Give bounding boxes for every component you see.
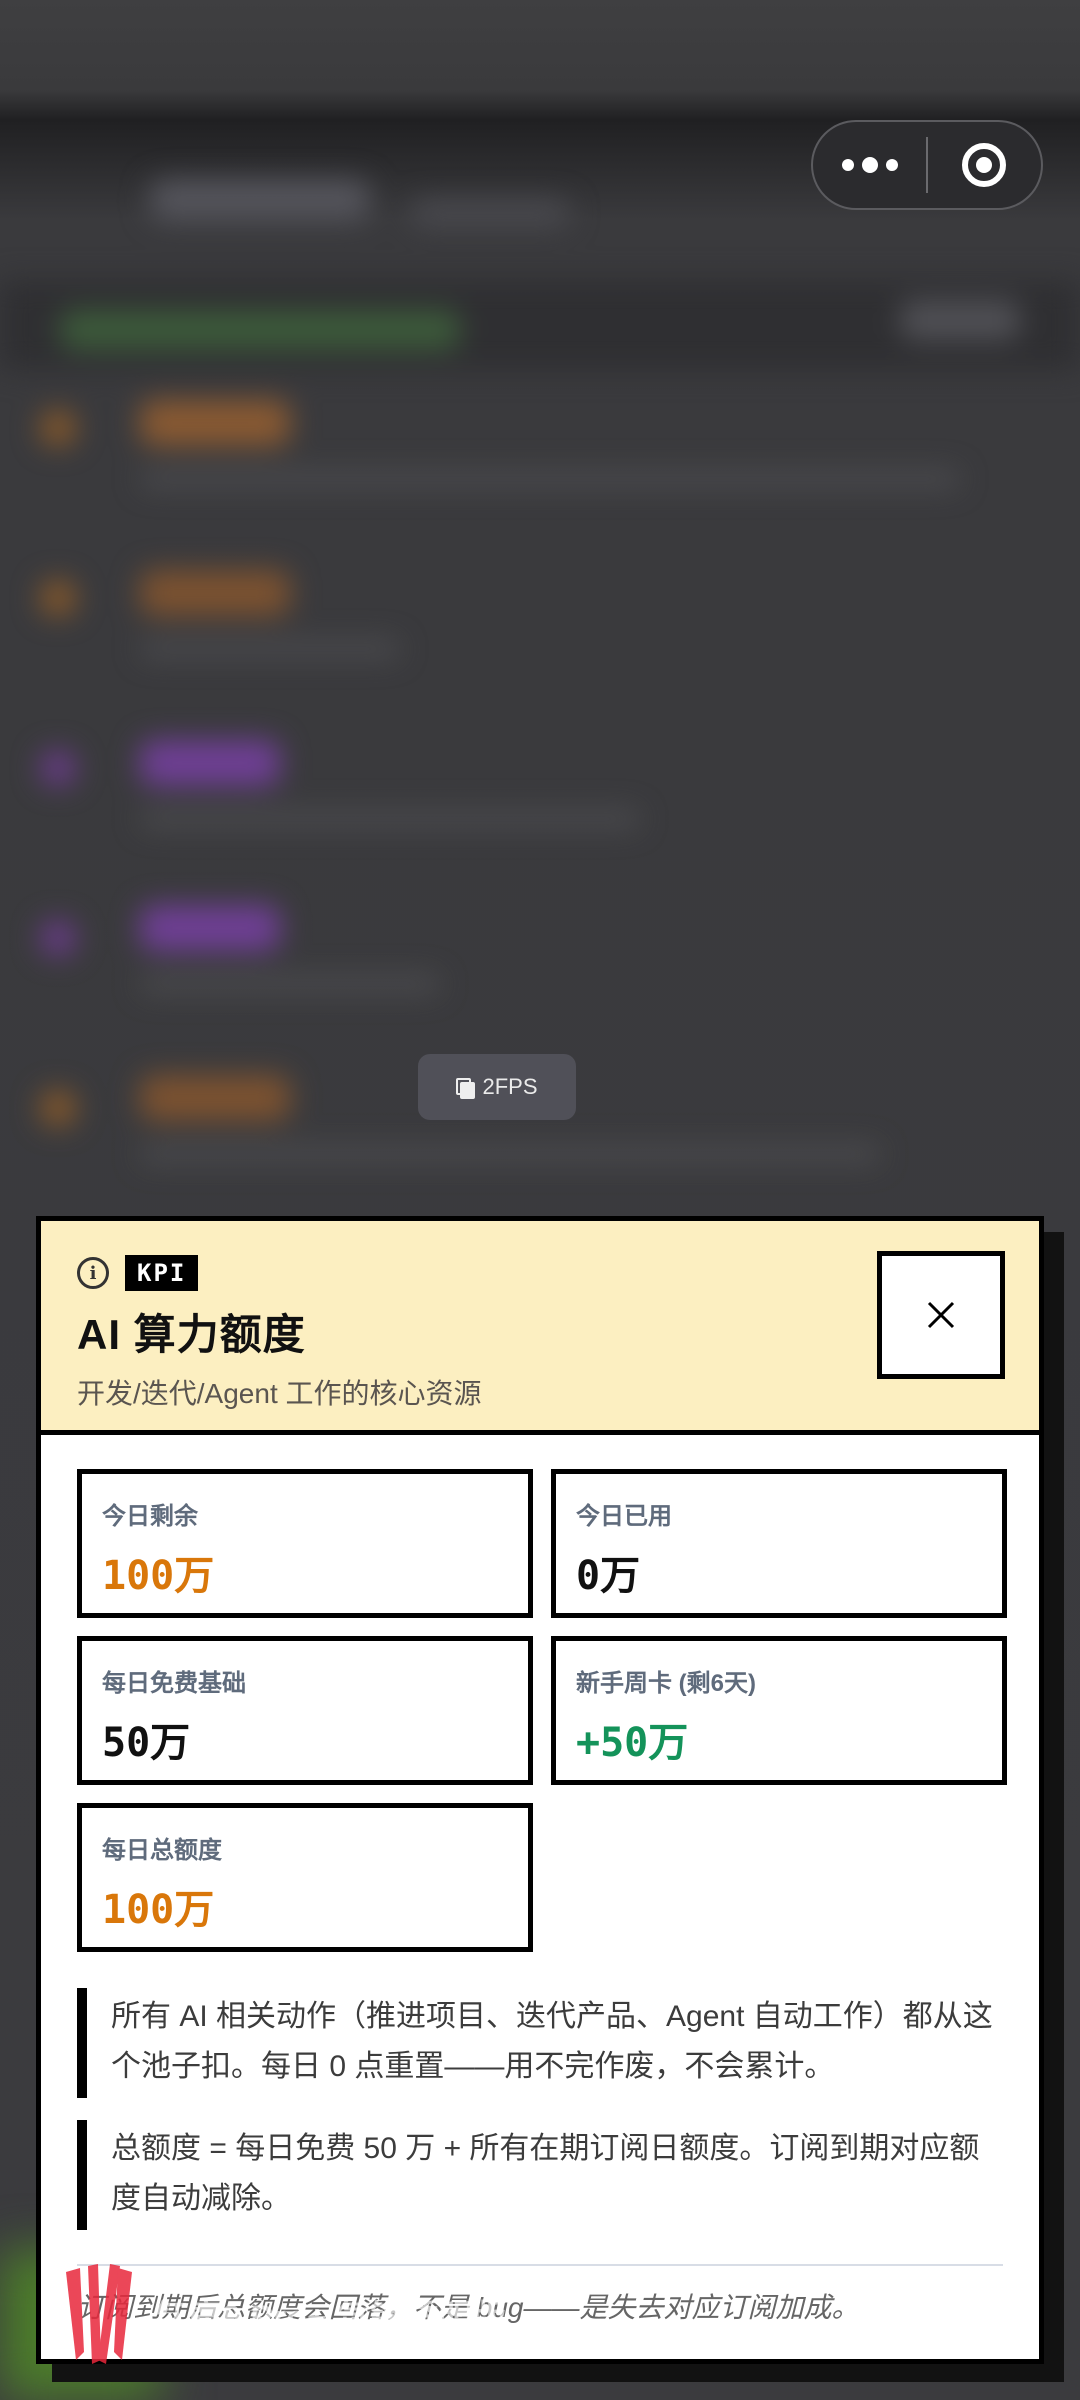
info-note: 所有 AI 相关动作（推进项目、迭代产品、Agent 自动工作）都从这个池子扣。… [77,1988,1003,2098]
stat-card-newbie-week-card: 新手周卡 (剩6天) +50万 [551,1636,1007,1785]
redmagic-logo-icon [66,2264,132,2364]
stat-value: 0万 [576,1553,641,1599]
close-icon [927,1301,955,1329]
stat-label: 今日剩余 [102,1503,198,1530]
stat-label: 每日总额度 [102,1837,222,1864]
stat-label: 每日免费基础 [102,1670,246,1697]
record-target-icon [962,143,1007,187]
more-button[interactable] [813,122,926,208]
stat-grid: 今日剩余 100万 今日已用 0万 每日免费基础 50万 新手周卡 (剩6天) … [77,1469,1007,1952]
kpi-modal: i KPI AI 算力额度 开发/迭代/Agent 工作的核心资源 今日剩余 1… [36,1216,1044,2364]
close-button[interactable] [877,1251,1005,1379]
kpi-tag: KPI [125,1255,199,1291]
stat-value: 100万 [102,1887,215,1933]
modal-body: 今日剩余 100万 今日已用 0万 每日免费基础 50万 新手周卡 (剩6天) … [41,1435,1039,2326]
info-note: 总额度 = 每日免费 50 万 + 所有在期订阅日额度。订阅到期对应额度自动减除… [77,2120,1003,2230]
stat-value: 100万 [102,1553,215,1599]
watermark-text: 红魔9 Pro+ 氘锋透明版 [154,2298,507,2337]
stat-value: 50万 [102,1720,191,1766]
info-icon: i [77,1257,109,1289]
fps-label: 2FPS [482,1074,538,1099]
stat-card-daily-free-base: 每日免费基础 50万 [77,1636,533,1785]
stat-label: 新手周卡 (剩6天) [576,1670,756,1697]
fps-badge[interactable]: 2FPS [418,1054,576,1120]
stat-label: 今日已用 [576,1503,672,1530]
more-dots-icon [841,157,898,173]
stat-card-used-today: 今日已用 0万 [551,1469,1007,1618]
copy-icon [456,1078,476,1099]
stat-value: +50万 [576,1720,689,1766]
exit-button[interactable] [928,122,1041,208]
device-watermark: 红魔9 Pro+ 氘锋透明版 [60,2264,506,2364]
stat-card-remaining-today: 今日剩余 100万 [77,1469,533,1618]
miniprogram-capsule [811,120,1043,210]
modal-header: i KPI AI 算力额度 开发/迭代/Agent 工作的核心资源 [41,1221,1039,1435]
stat-card-daily-total-quota: 每日总额度 100万 [77,1803,533,1952]
